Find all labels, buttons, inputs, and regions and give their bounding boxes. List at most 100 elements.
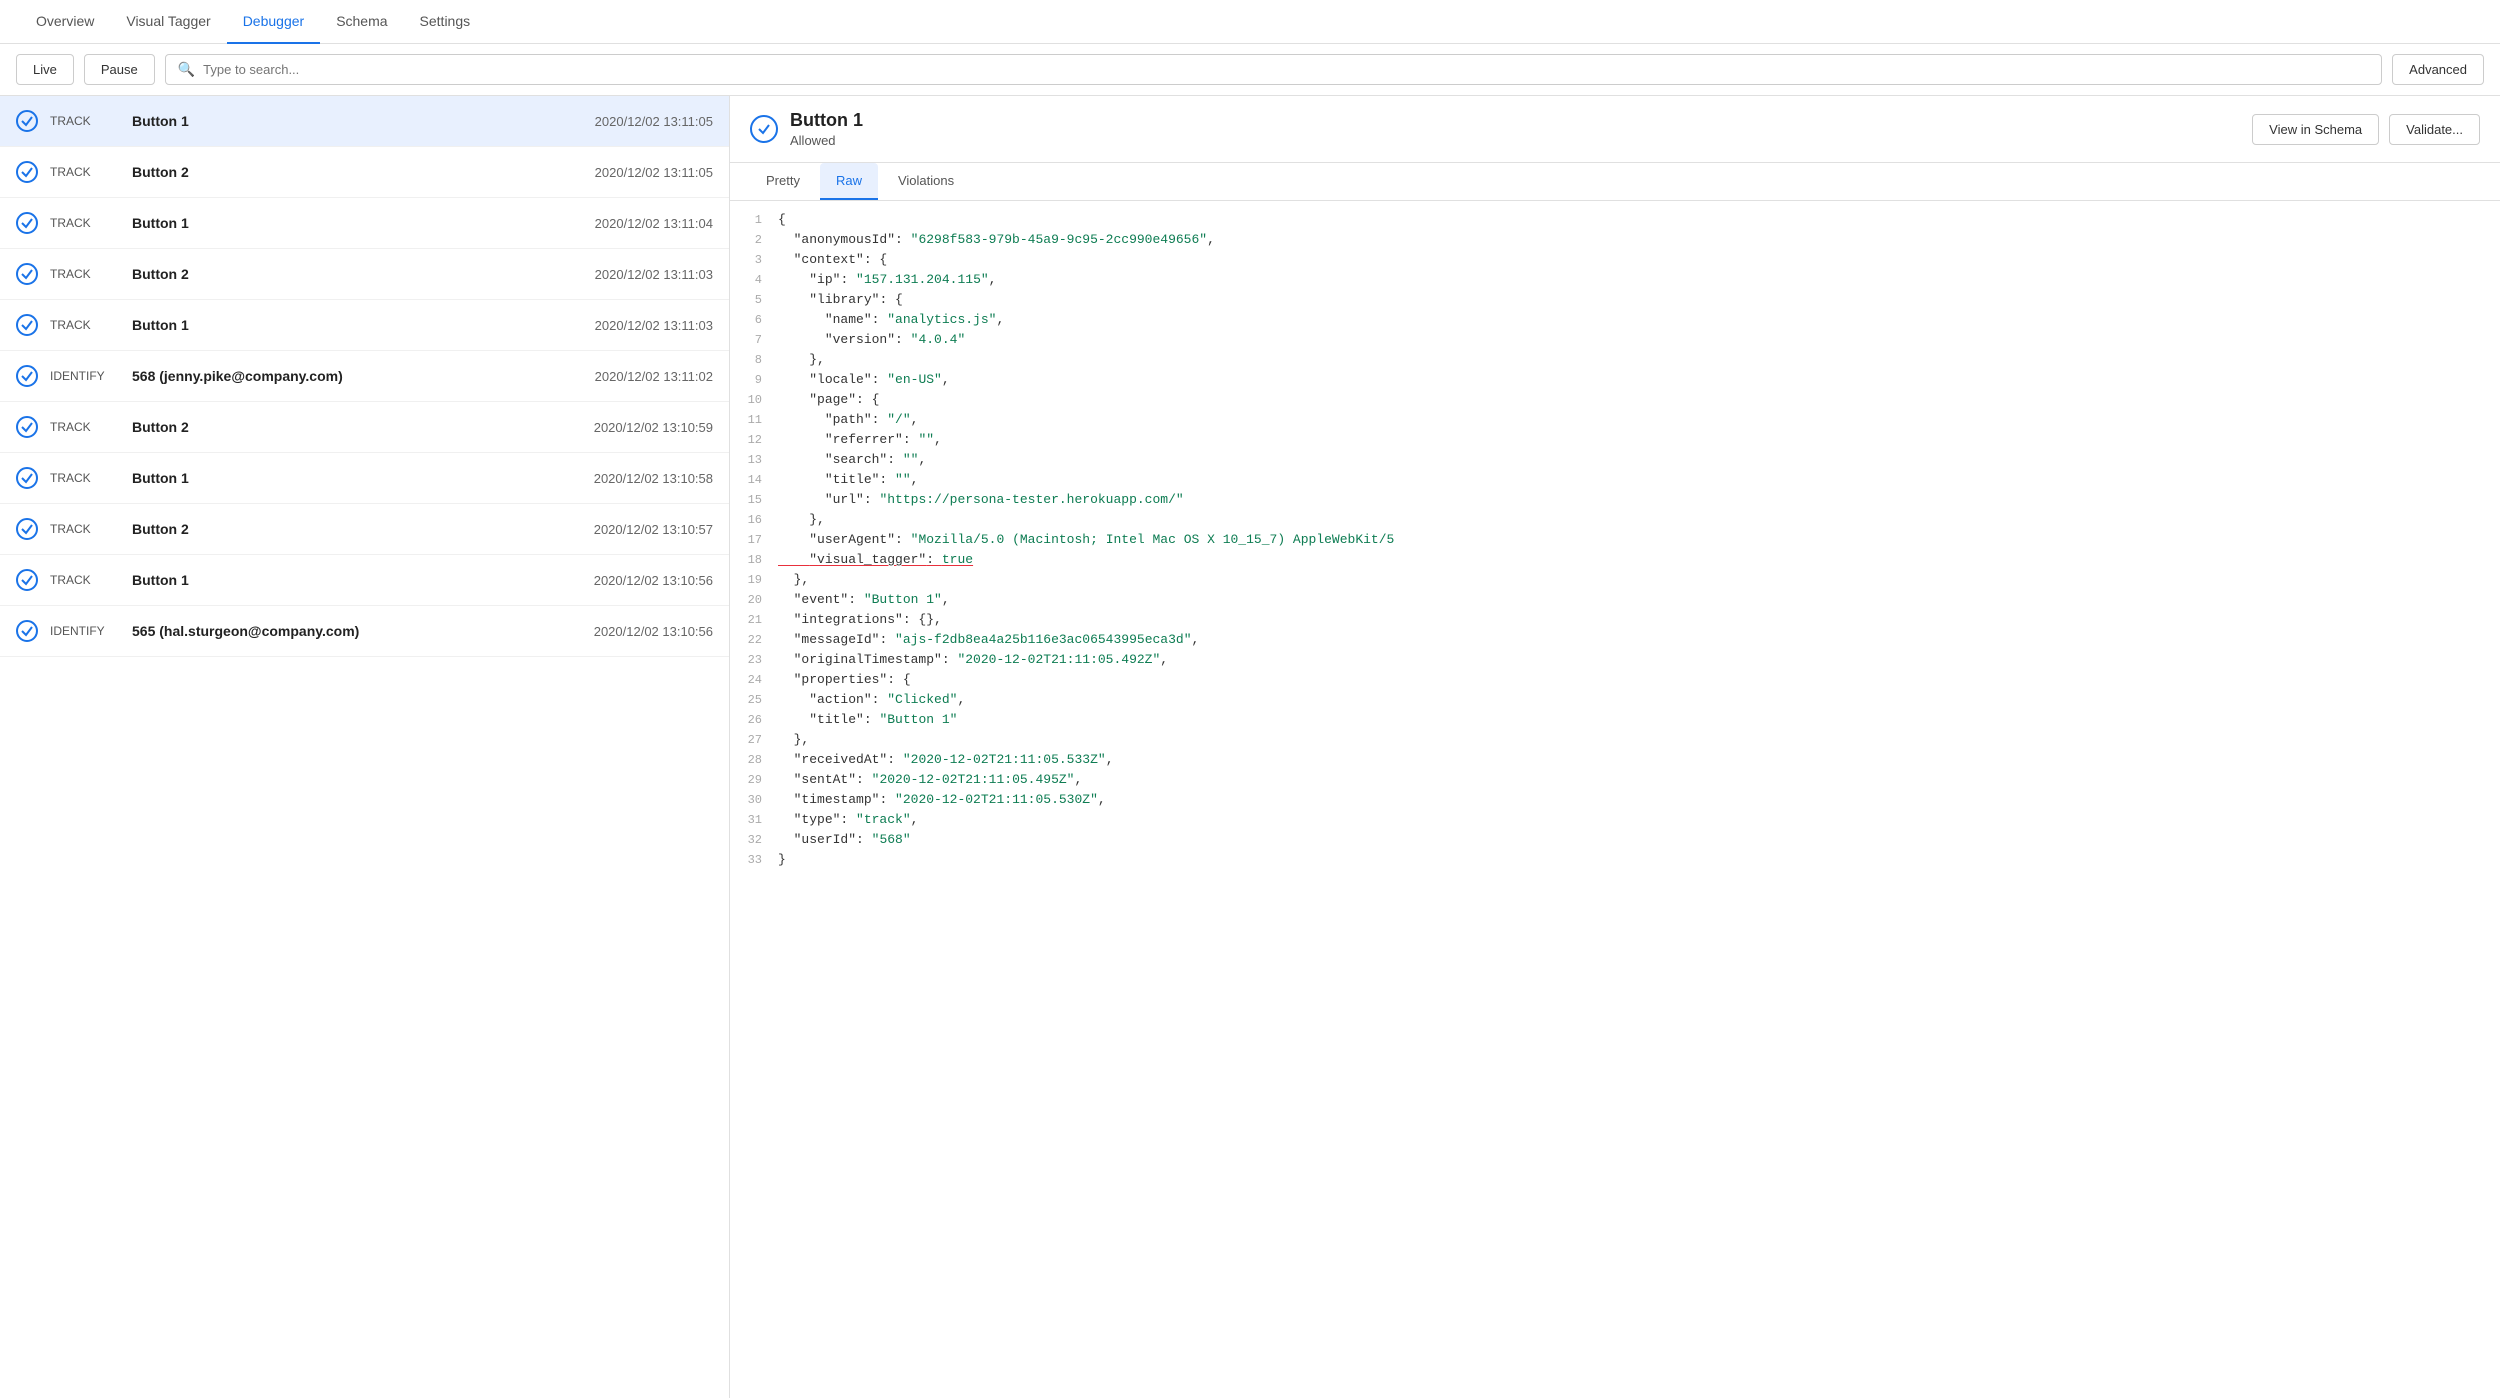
live-button[interactable]: Live <box>16 54 74 85</box>
event-row[interactable]: TRACK Button 2 2020/12/02 13:10:59 <box>0 402 729 453</box>
detail-header: Button 1 Allowed View in Schema Validate… <box>730 96 2500 163</box>
line-content: "properties": { <box>778 672 2500 687</box>
json-line: 2 "anonymousId": "6298f583-979b-45a9-9c9… <box>730 231 2500 251</box>
event-row[interactable]: TRACK Button 1 2020/12/02 13:11:05 <box>0 96 729 147</box>
line-content: "page": { <box>778 392 2500 407</box>
json-line: 6 "name": "analytics.js", <box>730 311 2500 331</box>
event-row[interactable]: TRACK Button 1 2020/12/02 13:11:03 <box>0 300 729 351</box>
event-name: Button 1 <box>132 317 583 333</box>
line-number: 1 <box>730 212 778 227</box>
event-name: Button 2 <box>132 521 582 537</box>
line-content: "userAgent": "Mozilla/5.0 (Macintosh; In… <box>778 532 2500 547</box>
line-number: 20 <box>730 592 778 607</box>
json-line: 4 "ip": "157.131.204.115", <box>730 271 2500 291</box>
event-type: TRACK <box>50 420 120 434</box>
event-row[interactable]: TRACK Button 2 2020/12/02 13:10:57 <box>0 504 729 555</box>
nav-item-overview[interactable]: Overview <box>20 0 110 44</box>
tab-pretty[interactable]: Pretty <box>750 163 816 200</box>
line-number: 28 <box>730 752 778 767</box>
json-line: 30 "timestamp": "2020-12-02T21:11:05.530… <box>730 791 2500 811</box>
line-number: 14 <box>730 472 778 487</box>
line-number: 13 <box>730 452 778 467</box>
json-line: 1{ <box>730 211 2500 231</box>
line-content: "url": "https://persona-tester.herokuapp… <box>778 492 2500 507</box>
event-row[interactable]: TRACK Button 1 2020/12/02 13:10:56 <box>0 555 729 606</box>
line-content: "receivedAt": "2020-12-02T21:11:05.533Z"… <box>778 752 2500 767</box>
nav-item-settings[interactable]: Settings <box>404 0 487 44</box>
line-number: 18 <box>730 552 778 567</box>
json-line: 24 "properties": { <box>730 671 2500 691</box>
line-number: 9 <box>730 372 778 387</box>
event-check-icon <box>16 569 38 591</box>
line-content: }, <box>778 732 2500 747</box>
json-viewer: 1{2 "anonymousId": "6298f583-979b-45a9-9… <box>730 201 2500 1398</box>
line-content: "locale": "en-US", <box>778 372 2500 387</box>
event-time: 2020/12/02 13:11:04 <box>595 216 713 231</box>
search-box: 🔍 <box>165 54 2382 85</box>
line-content: }, <box>778 512 2500 527</box>
event-time: 2020/12/02 13:10:58 <box>594 471 713 486</box>
line-number: 10 <box>730 392 778 407</box>
line-content: "library": { <box>778 292 2500 307</box>
event-name: Button 2 <box>132 266 583 282</box>
json-line: 9 "locale": "en-US", <box>730 371 2500 391</box>
pause-button[interactable]: Pause <box>84 54 155 85</box>
line-number: 29 <box>730 772 778 787</box>
event-row[interactable]: IDENTIFY 568 (jenny.pike@company.com) 20… <box>0 351 729 402</box>
advanced-button[interactable]: Advanced <box>2392 54 2484 85</box>
json-line: 18 "visual_tagger": true <box>730 551 2500 571</box>
line-content: "path": "/", <box>778 412 2500 427</box>
search-icon: 🔍 <box>178 61 195 78</box>
nav-item-visual-tagger[interactable]: Visual Tagger <box>110 0 226 44</box>
line-number: 25 <box>730 692 778 707</box>
event-type: IDENTIFY <box>50 624 120 638</box>
event-row[interactable]: TRACK Button 2 2020/12/02 13:11:03 <box>0 249 729 300</box>
event-time: 2020/12/02 13:11:05 <box>595 114 713 129</box>
line-content: }, <box>778 352 2500 367</box>
json-line: 27 }, <box>730 731 2500 751</box>
view-in-schema-button[interactable]: View in Schema <box>2252 114 2379 145</box>
event-time: 2020/12/02 13:10:56 <box>594 573 713 588</box>
event-row[interactable]: TRACK Button 1 2020/12/02 13:11:04 <box>0 198 729 249</box>
json-line: 8 }, <box>730 351 2500 371</box>
event-row[interactable]: TRACK Button 1 2020/12/02 13:10:58 <box>0 453 729 504</box>
line-content: "referrer": "", <box>778 432 2500 447</box>
event-type: TRACK <box>50 114 120 128</box>
json-line: 13 "search": "", <box>730 451 2500 471</box>
search-input[interactable] <box>203 62 2369 77</box>
toolbar: Live Pause 🔍 Advanced <box>0 44 2500 96</box>
json-line: 19 }, <box>730 571 2500 591</box>
tab-raw[interactable]: Raw <box>820 163 878 200</box>
event-check-icon <box>16 365 38 387</box>
event-type: TRACK <box>50 267 120 281</box>
event-name: Button 2 <box>132 164 583 180</box>
event-name: Button 1 <box>132 215 583 231</box>
nav-item-schema[interactable]: Schema <box>320 0 403 44</box>
validate-button[interactable]: Validate... <box>2389 114 2480 145</box>
json-line: 11 "path": "/", <box>730 411 2500 431</box>
event-time: 2020/12/02 13:10:59 <box>594 420 713 435</box>
event-name: Button 2 <box>132 419 582 435</box>
event-type: TRACK <box>50 165 120 179</box>
detail-check-icon <box>750 115 778 143</box>
line-content: "context": { <box>778 252 2500 267</box>
event-row[interactable]: TRACK Button 2 2020/12/02 13:11:05 <box>0 147 729 198</box>
line-number: 4 <box>730 272 778 287</box>
line-content: "userId": "568" <box>778 832 2500 847</box>
events-list: TRACK Button 1 2020/12/02 13:11:05 TRACK… <box>0 96 730 1398</box>
event-type: TRACK <box>50 318 120 332</box>
event-check-icon <box>16 620 38 642</box>
nav-item-debugger[interactable]: Debugger <box>227 0 321 44</box>
line-content: { <box>778 212 2500 227</box>
json-line: 20 "event": "Button 1", <box>730 591 2500 611</box>
tab-violations[interactable]: Violations <box>882 163 970 200</box>
line-number: 17 <box>730 532 778 547</box>
event-row[interactable]: IDENTIFY 565 (hal.sturgeon@company.com) … <box>0 606 729 657</box>
event-time: 2020/12/02 13:11:02 <box>595 369 713 384</box>
line-number: 7 <box>730 332 778 347</box>
json-line: 29 "sentAt": "2020-12-02T21:11:05.495Z", <box>730 771 2500 791</box>
json-line: 5 "library": { <box>730 291 2500 311</box>
json-line: 33} <box>730 851 2500 871</box>
line-number: 15 <box>730 492 778 507</box>
line-content: "visual_tagger": true <box>778 552 2500 567</box>
